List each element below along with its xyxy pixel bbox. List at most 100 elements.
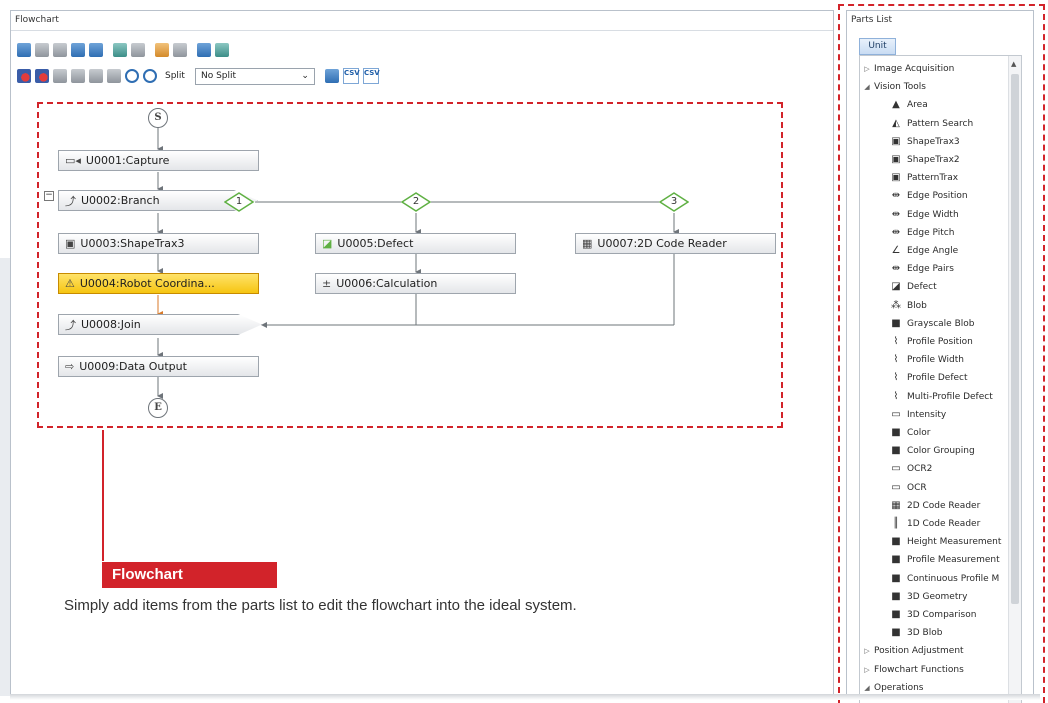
- profile-width-icon: ⌇: [893, 354, 899, 366]
- export-icon[interactable]: [324, 69, 339, 83]
- parts-item[interactable]: ■ Continuous Profile M: [890, 570, 999, 588]
- tree-icon[interactable]: [215, 43, 229, 57]
- step-icon[interactable]: [71, 69, 85, 83]
- toolbar-row-2: Split No Split ⌄ CSV CSV: [17, 66, 383, 86]
- parts-item-label: 2D Code Reader: [907, 500, 981, 511]
- parts-item[interactable]: ⇹ Edge Pairs: [890, 260, 954, 278]
- scroll-up-icon[interactable]: ▲: [1011, 60, 1016, 68]
- breakpoint-clear-icon[interactable]: [53, 69, 67, 83]
- continuous-profile-icon: ■: [891, 572, 901, 584]
- parts-item[interactable]: ⌇ Multi-Profile Defect: [890, 388, 993, 406]
- 1d-code-reader-icon: ║: [892, 518, 900, 529]
- copy-icon[interactable]: [113, 43, 127, 57]
- step-into-icon[interactable]: [89, 69, 103, 83]
- bottom-shadow: [10, 694, 1040, 700]
- parts-list-scrollbar[interactable]: ▲: [1008, 56, 1021, 703]
- parts-item[interactable]: ■ Color Grouping: [890, 442, 975, 460]
- parts-item-label: Color Grouping: [907, 446, 975, 457]
- zoom-out-icon[interactable]: [143, 69, 157, 83]
- parts-item[interactable]: ▣ ShapeTrax3: [890, 133, 960, 151]
- profile-defect-icon: ⌇: [893, 372, 899, 384]
- 3d-comparison-icon: ■: [891, 609, 901, 620]
- paste-icon[interactable]: [131, 43, 145, 57]
- parts-item-label: Edge Angle: [907, 246, 959, 256]
- parts-item-label: 3D Geometry: [907, 591, 968, 602]
- step-out-icon[interactable]: [107, 69, 121, 83]
- parts-item-label: ShapeTrax2: [907, 155, 960, 165]
- blob-icon: ⁂: [891, 299, 901, 311]
- parts-item[interactable]: ■ Profile Measurement: [890, 551, 999, 569]
- parts-item[interactable]: ■ Height Measurement: [890, 533, 1001, 551]
- parts-item[interactable]: ◪ Defect: [890, 278, 936, 296]
- parts-item[interactable]: ⌇ Profile Width: [890, 351, 964, 369]
- callout-label: Flowchart: [102, 562, 277, 588]
- parts-item[interactable]: ■ 3D Geometry: [890, 588, 967, 606]
- edge-pairs-icon: ⇹: [891, 263, 901, 275]
- parts-item[interactable]: ▭ OCR: [890, 479, 926, 497]
- expanded-triangle-icon[interactable]: ◢: [860, 684, 874, 692]
- breakpoint-set-icon[interactable]: [17, 69, 31, 83]
- parts-category[interactable]: ▷ Image Acquisition: [860, 60, 954, 78]
- parts-item[interactable]: ⌇ Profile Position: [890, 333, 973, 351]
- parts-item[interactable]: ■ Color: [890, 424, 931, 442]
- expanded-triangle-icon[interactable]: ◢: [860, 83, 874, 91]
- parts-item-label: Edge Pitch: [907, 227, 955, 238]
- parts-item[interactable]: ▣ ShapeTrax2: [890, 151, 960, 169]
- parts-item[interactable]: ⇹ Edge Width: [890, 206, 959, 224]
- parts-item-label: Profile Defect: [907, 373, 968, 384]
- move-down-icon[interactable]: [89, 43, 103, 57]
- parts-item-label: 3D Blob: [907, 628, 943, 639]
- screenshot-root: Flowchart Split No Split ⌄ CSV CSV S E −…: [0, 0, 1048, 703]
- parts-item-label: Profile Position: [907, 337, 973, 347]
- parts-item[interactable]: ∠ Edge Angle: [890, 242, 959, 260]
- parts-category[interactable]: ◢ Vision Tools: [860, 78, 926, 96]
- parts-item-label: Operations: [874, 682, 924, 693]
- parts-category[interactable]: ▷ Flowchart Functions: [860, 661, 963, 679]
- parts-item-label: Intensity: [907, 409, 947, 420]
- parts-list-tree: ▲ ▷ Image Acquisition ◢ Vision Tools ▲ Area ◭ P…: [859, 55, 1022, 703]
- flowchart-titlebar: Flowchart: [11, 11, 833, 31]
- jump-icon[interactable]: [71, 43, 85, 57]
- parts-item-label: Height Measurement: [907, 537, 1002, 548]
- color-icon: ■: [891, 427, 901, 438]
- split-label: Split: [165, 71, 185, 81]
- parts-item[interactable]: ■ Grayscale Blob: [890, 315, 974, 333]
- breakpoint-disable-icon[interactable]: [35, 69, 49, 83]
- fit-view-icon[interactable]: [17, 43, 31, 57]
- collapsed-triangle-icon[interactable]: ▷: [860, 647, 874, 655]
- parts-item[interactable]: ▲ Area: [890, 96, 928, 114]
- insert-below-icon[interactable]: [53, 43, 67, 57]
- parts-item[interactable]: ▣ PatternTrax: [890, 169, 958, 187]
- parts-category[interactable]: ▷ Position Adjustment: [860, 642, 963, 660]
- edge-pitch-icon: ⇹: [891, 226, 901, 238]
- collapsed-triangle-icon[interactable]: ▷: [860, 666, 874, 674]
- ungroup-icon[interactable]: [173, 43, 187, 57]
- edge-position-icon: ⇹: [891, 190, 901, 202]
- insert-above-icon[interactable]: [35, 43, 49, 57]
- intensity-icon: ▭: [891, 408, 901, 420]
- parts-item[interactable]: ■ 3D Blob: [890, 624, 942, 642]
- parts-item[interactable]: ▭ Intensity: [890, 406, 946, 424]
- parts-item-label: ShapeTrax3: [907, 136, 960, 147]
- tab-unit[interactable]: Unit: [859, 38, 896, 55]
- csv-export-icon[interactable]: CSV: [362, 68, 380, 84]
- parts-item[interactable]: ║ 1D Code Reader: [890, 515, 980, 533]
- parts-item-label: Color: [907, 428, 931, 438]
- parts-item[interactable]: ⁂ Blob: [890, 297, 927, 315]
- parts-item[interactable]: ◭ Pattern Search: [890, 115, 973, 133]
- scrollbar-thumb[interactable]: [1011, 74, 1019, 604]
- parts-item[interactable]: ⌇ Profile Defect: [890, 369, 968, 387]
- split-select[interactable]: No Split ⌄: [194, 67, 315, 85]
- parts-item[interactable]: ▦ 2D Code Reader: [890, 497, 980, 515]
- parts-item[interactable]: ⇹ Edge Pitch: [890, 224, 955, 242]
- group-icon[interactable]: [155, 43, 169, 57]
- parts-item-label: PatternTrax: [907, 173, 959, 184]
- parts-item[interactable]: ▭ OCR2: [890, 460, 932, 478]
- parts-item[interactable]: ■ 3D Comparison: [890, 606, 976, 624]
- parts-item-label: Area: [907, 100, 928, 111]
- collapsed-triangle-icon[interactable]: ▷: [860, 65, 874, 73]
- parts-item[interactable]: ⇹ Edge Position: [890, 187, 968, 205]
- csv-import-icon[interactable]: CSV: [342, 68, 360, 84]
- layout-icon[interactable]: [197, 43, 211, 57]
- zoom-in-icon[interactable]: [125, 69, 139, 83]
